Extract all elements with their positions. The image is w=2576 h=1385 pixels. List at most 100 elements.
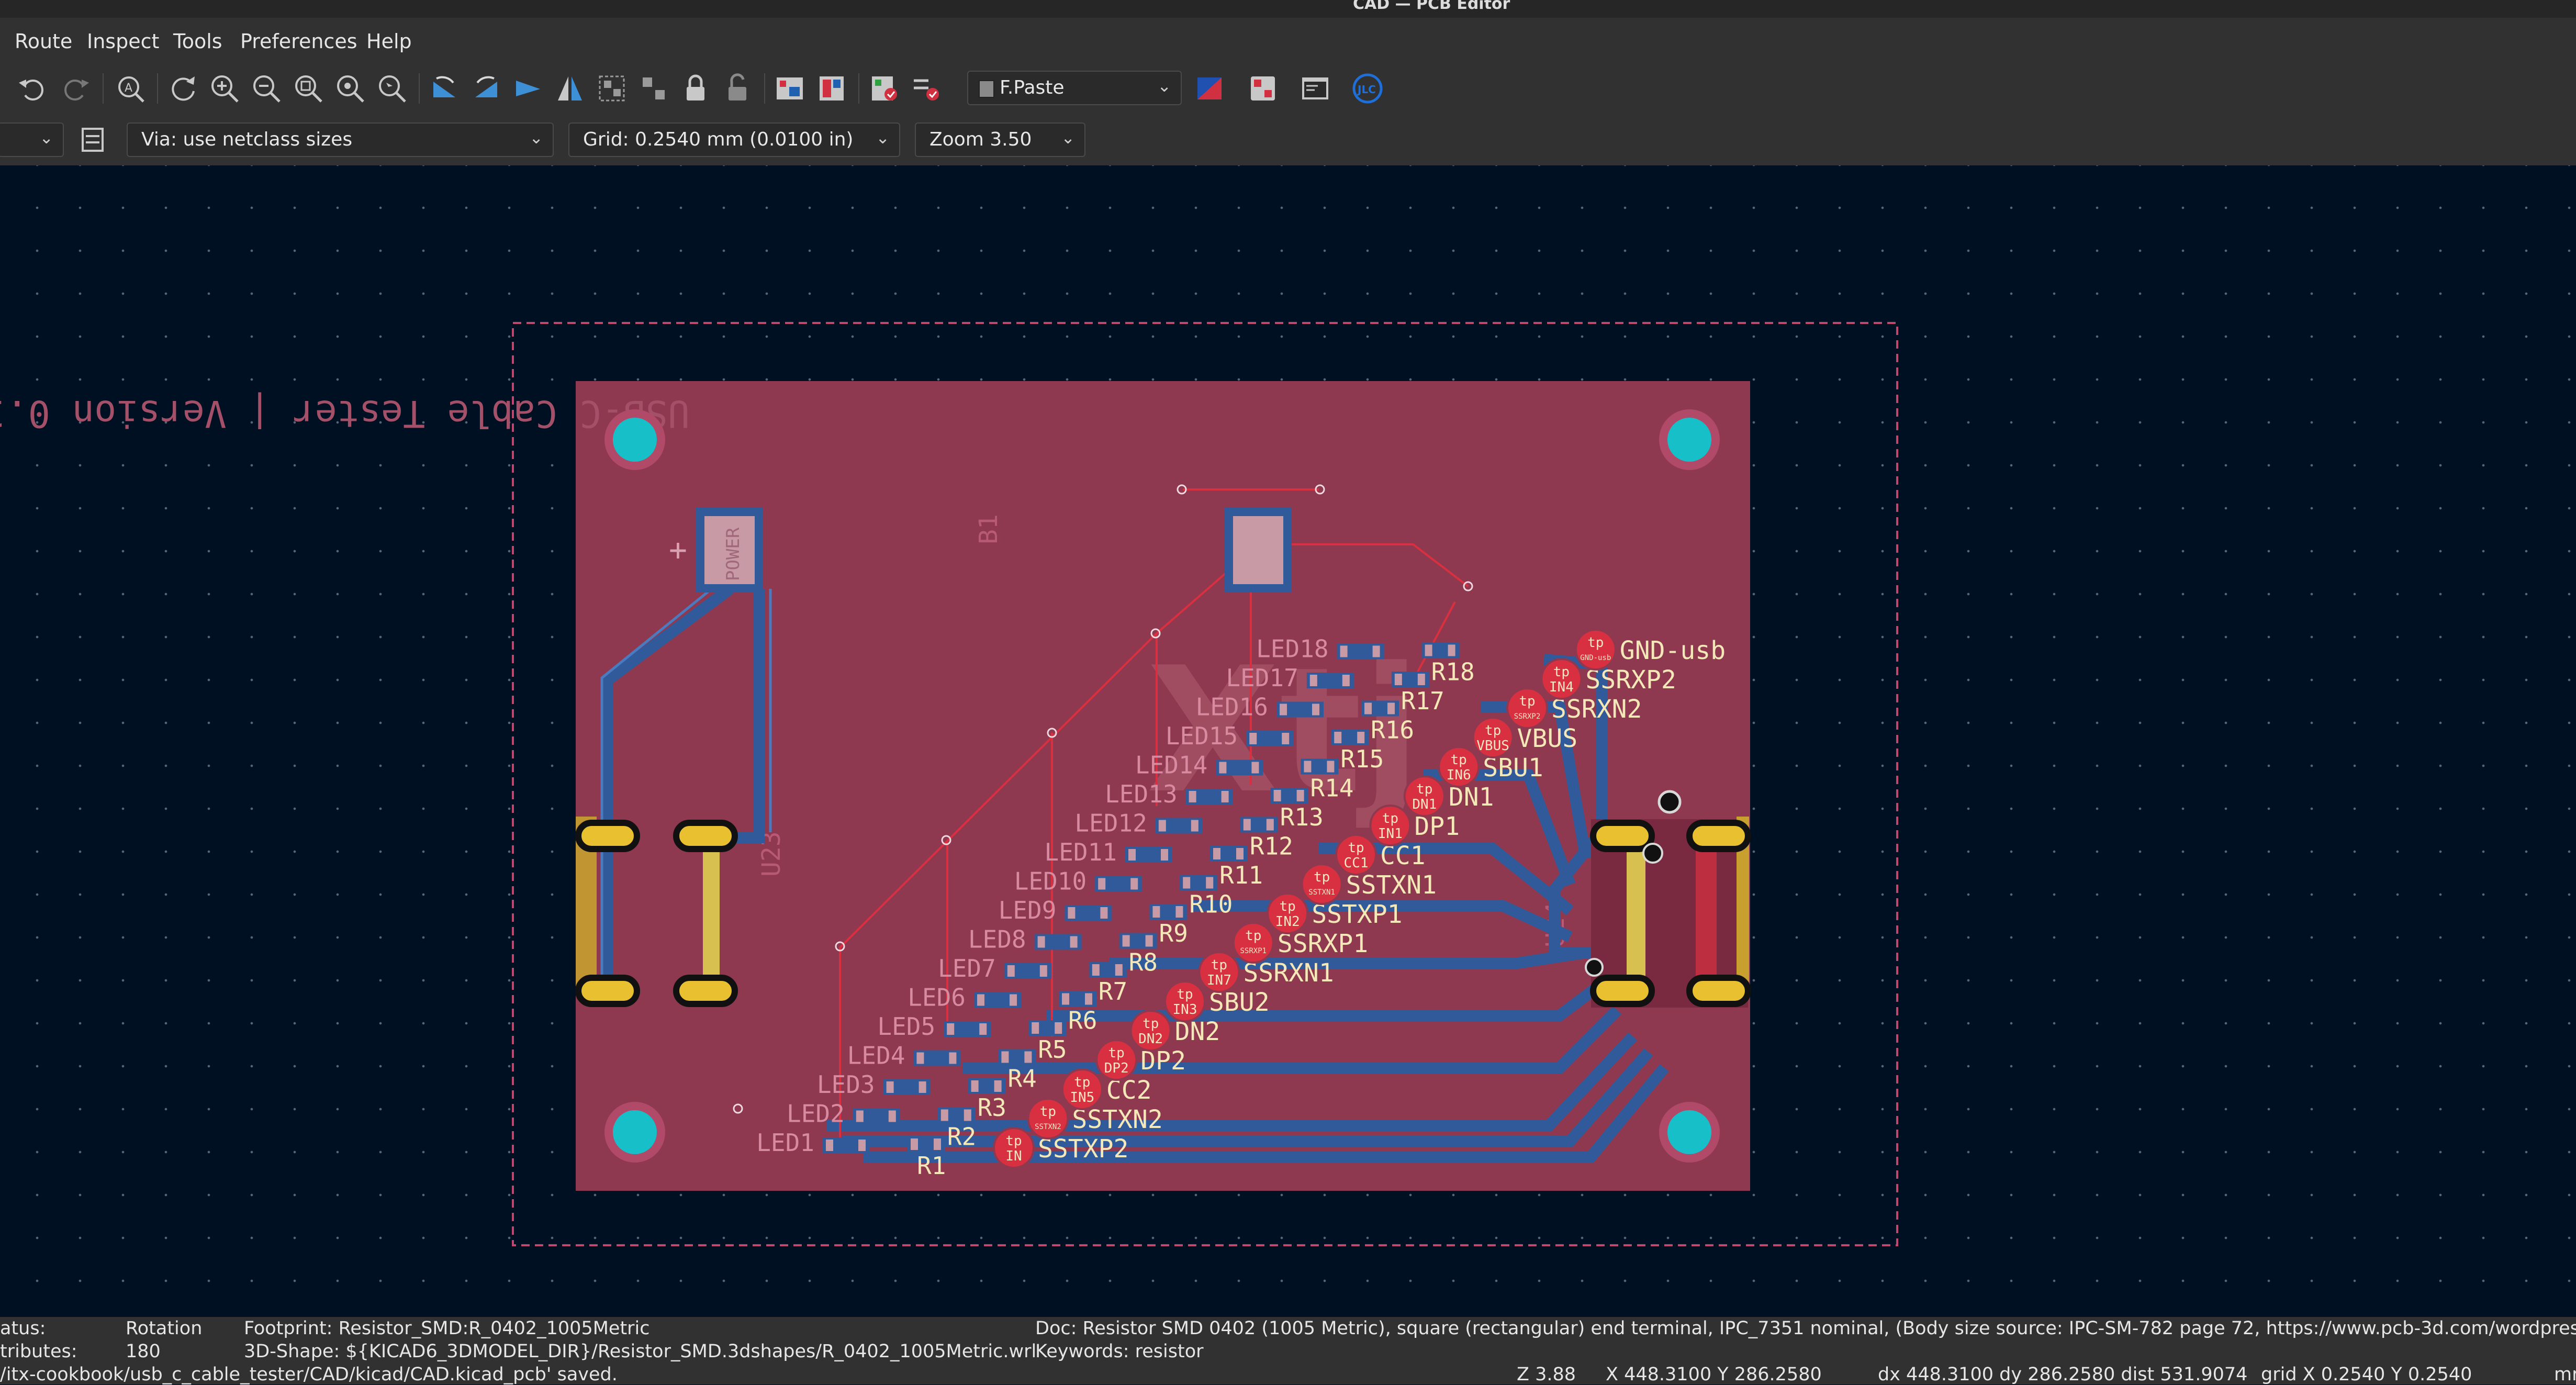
led-label: LED3 bbox=[817, 1070, 875, 1099]
menu-tools[interactable]: Tools bbox=[173, 30, 222, 53]
led-pad bbox=[1007, 965, 1015, 977]
grid-value: Grid: 0.2540 mm (0.0100 in) bbox=[583, 129, 854, 150]
mirror-icon[interactable] bbox=[552, 70, 588, 107]
test-point-tag: tp bbox=[1280, 899, 1296, 914]
layer-select[interactable]: F.Paste ⌄ bbox=[967, 71, 1182, 105]
resistor-pad bbox=[1266, 819, 1274, 831]
led-label: LED14 bbox=[1135, 751, 1207, 779]
test-point-pad-name: SSRXP2 bbox=[1514, 712, 1541, 721]
jlc-plugin-icon[interactable]: JLC bbox=[1349, 70, 1386, 107]
rotate-ccw-icon[interactable] bbox=[426, 70, 463, 107]
resistor-label: R12 bbox=[1250, 832, 1293, 861]
units-readout: mr bbox=[2554, 1364, 2576, 1385]
shape3d-info: 3D-Shape: ${KICAD6_3DMODEL_DIR}/Resistor… bbox=[244, 1341, 1037, 1362]
board-setup-icon[interactable] bbox=[813, 70, 850, 107]
rotate-cw-icon[interactable] bbox=[468, 70, 505, 107]
test-point[interactable]: tp GND-usb GND-usb bbox=[1574, 629, 1726, 671]
resistor-pad bbox=[1122, 935, 1130, 947]
test-point-tag: tp bbox=[1553, 664, 1570, 680]
resistor-label: R3 bbox=[978, 1093, 1006, 1122]
drc-icon[interactable] bbox=[866, 70, 902, 107]
find-icon[interactable]: A bbox=[112, 70, 149, 107]
pcb-drawing[interactable]: USB-C Cable Tester | Version 0.1 2023-03… bbox=[0, 165, 2576, 1317]
erc-icon[interactable] bbox=[908, 70, 944, 107]
zoom-select[interactable]: Zoom 3.50 ⌄ bbox=[915, 122, 1085, 157]
led-label: LED16 bbox=[1196, 693, 1268, 721]
netlist-icon[interactable] bbox=[771, 70, 808, 107]
via-size-select[interactable]: Via: use netclass sizes ⌄ bbox=[127, 122, 554, 157]
ungroup-icon[interactable] bbox=[635, 70, 672, 107]
resistor-label: R11 bbox=[1219, 861, 1263, 889]
chevron-down-icon: ⌄ bbox=[1061, 128, 1075, 148]
lock-icon[interactable] bbox=[677, 70, 714, 107]
test-point-tag: tp bbox=[1451, 752, 1467, 768]
test-point-tag: tp bbox=[1074, 1075, 1090, 1090]
redo-icon[interactable] bbox=[58, 70, 94, 107]
led-pad bbox=[1130, 878, 1138, 890]
led-pad bbox=[1191, 820, 1199, 832]
toolbar-separator bbox=[764, 73, 765, 104]
led-pad bbox=[1280, 703, 1287, 716]
group-icon[interactable] bbox=[593, 70, 630, 107]
grid-select[interactable]: Grid: 0.2540 mm (0.0100 in) ⌄ bbox=[568, 122, 900, 157]
resistor-label: R16 bbox=[1371, 716, 1414, 744]
layer-pair-icon[interactable] bbox=[1191, 70, 1228, 107]
test-point-pad-name: IN6 bbox=[1447, 767, 1471, 783]
led-pad bbox=[1282, 733, 1290, 744]
layer-swatch bbox=[979, 80, 994, 98]
menu-help[interactable]: Help bbox=[366, 30, 412, 53]
led-pad bbox=[826, 1140, 833, 1151]
menu-preferences[interactable]: Preferences bbox=[240, 30, 357, 53]
led-pad bbox=[947, 1023, 955, 1035]
secondary-toolbar: ⌄ Via: use netclass sizes ⌄ Grid: 0.2540… bbox=[0, 114, 2576, 166]
resistor-pad bbox=[994, 1080, 1002, 1092]
resistor-pad bbox=[1152, 906, 1160, 918]
led-pad bbox=[1161, 849, 1168, 861]
test-point-tag: tp bbox=[1314, 869, 1330, 885]
test-point-tag: tp bbox=[1587, 635, 1604, 651]
led-pad bbox=[1249, 733, 1257, 744]
toolbar-separator bbox=[858, 73, 859, 104]
led-label: LED8 bbox=[968, 925, 1026, 954]
resistor-pad bbox=[1085, 993, 1092, 1005]
footprint-editor-icon[interactable] bbox=[1245, 70, 1281, 107]
chevron-down-icon: ⌄ bbox=[876, 128, 890, 148]
led-pad bbox=[1098, 878, 1106, 890]
flip-icon[interactable] bbox=[510, 70, 546, 107]
test-point-pad-name: DN1 bbox=[1412, 797, 1437, 812]
resistor-pad bbox=[1001, 1051, 1009, 1063]
zoom-fit-icon[interactable] bbox=[290, 70, 327, 107]
menu-inspect[interactable]: Inspect bbox=[87, 30, 159, 53]
test-point-tag: tp bbox=[1177, 987, 1193, 1002]
footprint-info: Footprint: Resistor_SMD:R_0402_1005Metri… bbox=[244, 1318, 650, 1339]
test-point-pad-name: GND-usb bbox=[1580, 654, 1611, 662]
resistor-pad bbox=[1243, 819, 1251, 831]
led-label: LED5 bbox=[877, 1012, 935, 1041]
test-point-pad-name: CC1 bbox=[1344, 855, 1369, 871]
led-pad bbox=[1221, 791, 1229, 802]
track-sizes-icon[interactable] bbox=[74, 121, 111, 158]
led-pad bbox=[1037, 936, 1045, 948]
toolbar-separator bbox=[103, 73, 104, 104]
unlock-icon[interactable] bbox=[719, 70, 756, 107]
track-width-select[interactable]: ⌄ bbox=[0, 122, 64, 157]
zoom-objects-icon[interactable] bbox=[332, 70, 368, 107]
zoom-in-icon[interactable] bbox=[206, 70, 243, 107]
refresh-icon[interactable] bbox=[164, 70, 201, 107]
zoom-out-icon[interactable] bbox=[248, 70, 285, 107]
test-point-pad-name: IN3 bbox=[1173, 1002, 1197, 1018]
zoom-selection-icon[interactable] bbox=[374, 70, 410, 107]
resistor-label: R1 bbox=[917, 1152, 946, 1180]
led-label: LED9 bbox=[999, 896, 1057, 924]
menu-route[interactable]: Route bbox=[15, 30, 72, 53]
led-pad bbox=[1342, 675, 1350, 686]
resistor-label: R8 bbox=[1129, 948, 1158, 977]
undo-icon[interactable] bbox=[14, 70, 50, 107]
led-pad bbox=[1309, 675, 1317, 686]
pcb-canvas[interactable]: USB-C Cable Tester | Version 0.1 2023-03… bbox=[0, 165, 2576, 1317]
led-pad bbox=[1039, 965, 1047, 977]
rotation-value: 180 bbox=[126, 1341, 161, 1362]
led-label: LED2 bbox=[787, 1100, 845, 1128]
usb-connector-right[interactable] bbox=[1585, 790, 1751, 1008]
scripting-icon[interactable] bbox=[1297, 70, 1334, 107]
